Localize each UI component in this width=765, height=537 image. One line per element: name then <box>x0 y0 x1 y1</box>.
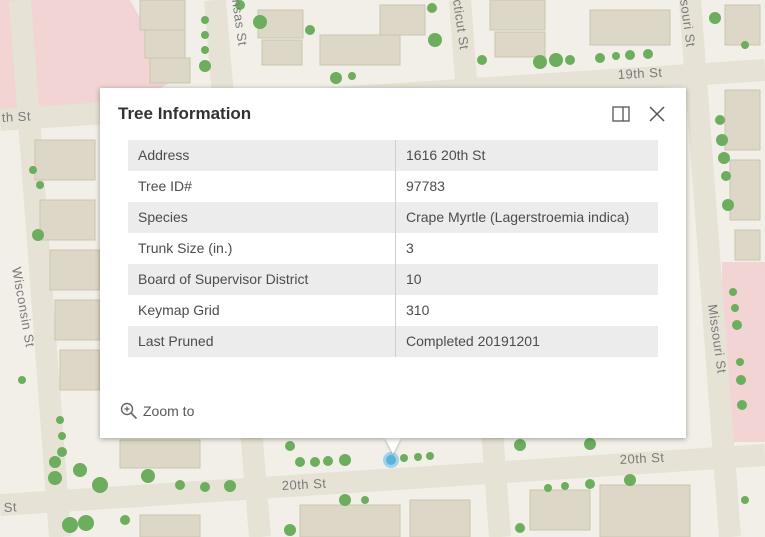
street-label-left-bottom: St <box>3 499 17 515</box>
attribute-key: Keymap Grid <box>128 295 396 326</box>
table-row: Board of Supervisor District 10 <box>128 264 658 295</box>
street-label-19th: 19th St <box>617 65 662 82</box>
zoom-to-button[interactable]: Zoom to <box>120 402 194 420</box>
popup-header: Tree Information <box>118 102 668 126</box>
table-row: Trunk Size (in.) 3 <box>128 233 658 264</box>
attribute-table: Address 1616 20th St Tree ID# 97783 Specie… <box>128 140 658 357</box>
zoom-to-label: Zoom to <box>143 403 195 419</box>
attribute-value: 97783 <box>406 178 445 194</box>
dock-panel-icon <box>612 106 630 122</box>
attribute-key: Species <box>128 202 396 233</box>
tree-info-popup: Tree Information Address 1616 20th St Tre… <box>100 88 686 438</box>
close-button[interactable] <box>646 103 668 125</box>
attribute-key: Tree ID# <box>128 171 396 202</box>
popup-pointer <box>385 438 401 454</box>
popup-title: Tree Information <box>118 104 252 123</box>
table-row: Keymap Grid 310 <box>128 295 658 326</box>
zoom-in-icon <box>120 402 138 420</box>
selected-tree-marker[interactable] <box>386 455 396 465</box>
attribute-value: Completed 20191201 <box>406 333 540 349</box>
attribute-value: 310 <box>406 302 430 318</box>
table-row: Tree ID# 97783 <box>128 171 658 202</box>
attribute-key: Address <box>128 140 396 171</box>
attribute-value: Crape Myrtle (Lagerstroemia indica) <box>406 209 630 225</box>
close-icon <box>649 106 665 122</box>
attribute-key: Last Pruned <box>128 326 396 357</box>
table-row: Address 1616 20th St <box>128 140 658 171</box>
street-label-left-top: th St <box>1 108 31 125</box>
attribute-key: Board of Supervisor District <box>128 264 396 295</box>
table-row: Last Pruned Completed 20191201 <box>128 326 658 357</box>
attribute-key: Trunk Size (in.) <box>128 233 396 264</box>
street-label-20th-right: 20th St <box>619 450 664 467</box>
attribute-value: 3 <box>406 240 414 256</box>
attribute-value: 10 <box>406 271 422 287</box>
table-row: Species Crape Myrtle (Lagerstroemia indic… <box>128 202 658 233</box>
street-label-20th-left: 20th St <box>281 476 326 493</box>
dock-button[interactable] <box>610 103 632 125</box>
attribute-value: 1616 20th St <box>406 147 486 163</box>
